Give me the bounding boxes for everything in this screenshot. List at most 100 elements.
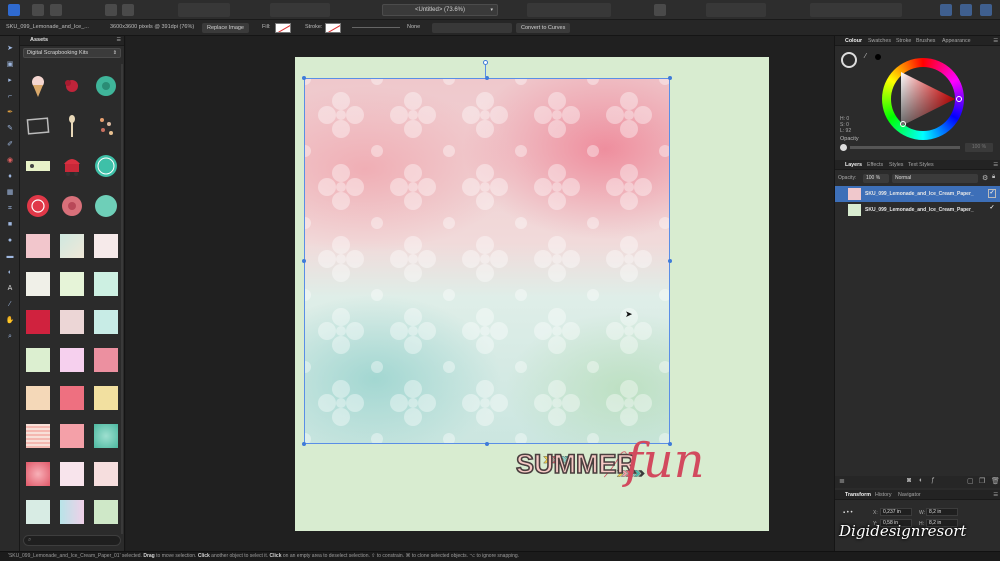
asset-paper[interactable] bbox=[94, 462, 118, 486]
stroke-width-slider[interactable] bbox=[352, 27, 400, 28]
tab-appearance[interactable]: Appearance bbox=[942, 38, 971, 44]
layer-row[interactable]: SKU_099_Lemonade_and_Ice_Cream_Paper_ ✓ bbox=[835, 202, 1000, 218]
fill-stroke-selector[interactable] bbox=[841, 52, 857, 68]
x-field[interactable]: 0,237 in bbox=[880, 508, 912, 516]
distribute-icon[interactable] bbox=[654, 4, 666, 16]
tab-colour[interactable]: Colour bbox=[845, 38, 862, 44]
assistant-icon[interactable] bbox=[940, 4, 952, 16]
hand-tool-icon[interactable]: ✋ bbox=[5, 316, 15, 326]
asset-paper[interactable] bbox=[94, 386, 118, 410]
asset-paper[interactable] bbox=[60, 386, 84, 410]
asset-sprinkles[interactable] bbox=[94, 114, 118, 138]
transparency-tool-icon[interactable]: ♦ bbox=[5, 172, 15, 182]
asset-paper[interactable] bbox=[26, 424, 50, 448]
layer-opacity-field[interactable]: 100 % bbox=[863, 174, 889, 183]
corner-tool-icon[interactable]: ⌐ bbox=[5, 92, 15, 102]
asset-paper[interactable] bbox=[60, 424, 84, 448]
opacity-slider[interactable] bbox=[850, 146, 960, 149]
asset-paper[interactable] bbox=[94, 500, 118, 524]
summer-fun-title-art[interactable]: SUMMER fun bbox=[425, 429, 765, 527]
selected-paper-image[interactable] bbox=[305, 79, 669, 443]
duplicate-icon[interactable]: ❐ bbox=[979, 477, 985, 485]
adjustment-icon[interactable]: ◐ bbox=[919, 477, 923, 484]
tab-history[interactable]: History bbox=[875, 492, 891, 498]
tab-effects[interactable]: Effects bbox=[867, 162, 883, 168]
asset-scallop-circle[interactable] bbox=[94, 194, 118, 218]
assets-tab[interactable]: Assets bbox=[30, 37, 48, 43]
asset-paper[interactable] bbox=[94, 424, 118, 448]
asset-paper[interactable] bbox=[60, 500, 84, 524]
tab-brushes[interactable]: Brushes bbox=[916, 38, 935, 44]
panel-menu-icon[interactable]: ☰ bbox=[993, 492, 998, 498]
asset-paper[interactable] bbox=[26, 386, 50, 410]
asset-paper[interactable] bbox=[26, 234, 50, 258]
opacity-slider-knob[interactable] bbox=[840, 144, 847, 151]
tab-navigator[interactable]: Navigator bbox=[898, 492, 921, 498]
mask-icon[interactable]: ◙ bbox=[907, 477, 911, 484]
export-persona-icon[interactable] bbox=[50, 4, 62, 16]
asset-paper[interactable] bbox=[60, 348, 84, 372]
trash-icon[interactable]: 🗑︎ bbox=[991, 477, 1000, 485]
fill-swatch[interactable] bbox=[275, 23, 291, 33]
asset-paper[interactable] bbox=[60, 310, 84, 334]
settings-icon[interactable] bbox=[122, 4, 134, 16]
view-mode-group[interactable] bbox=[178, 3, 230, 17]
asset-paper[interactable] bbox=[60, 462, 84, 486]
tab-stroke[interactable]: Stroke bbox=[896, 38, 911, 44]
tab-styles[interactable]: Styles bbox=[889, 162, 903, 168]
layers-stack-icon[interactable]: ≣ bbox=[839, 477, 845, 485]
ellipse-tool-icon[interactable]: ● bbox=[5, 236, 15, 246]
asset-paper[interactable] bbox=[94, 234, 118, 258]
blend-mode-dropdown[interactable]: Normal bbox=[892, 174, 978, 183]
layer-row[interactable]: SKU_099_Lemonade_and_Ice_Cream_Paper_ ✓ bbox=[835, 186, 1000, 202]
asset-paper[interactable] bbox=[60, 272, 84, 296]
document-page[interactable]: ➤ SUMMER fun bbox=[295, 57, 769, 531]
asset-spoon[interactable] bbox=[60, 114, 84, 138]
asset-ice-cream-cart[interactable] bbox=[60, 154, 84, 178]
anchor-selector[interactable]: ▪ • • bbox=[843, 510, 853, 516]
rotate-handle[interactable] bbox=[483, 60, 488, 65]
stroke-swatch[interactable] bbox=[325, 23, 341, 33]
transform-buttons-group[interactable] bbox=[432, 23, 512, 33]
align-group[interactable] bbox=[527, 3, 611, 17]
rectangle-tool-icon[interactable]: ■ bbox=[5, 220, 15, 230]
panel-menu-icon[interactable]: ☰ bbox=[117, 37, 121, 43]
asset-mint-flower[interactable] bbox=[94, 74, 118, 98]
artboard-tool-icon[interactable]: ▣ bbox=[5, 60, 15, 70]
text-tool-icon[interactable]: A bbox=[5, 284, 15, 294]
assets-scrollbar[interactable] bbox=[121, 64, 123, 534]
snapping-group[interactable] bbox=[270, 3, 330, 17]
asset-paper[interactable] bbox=[26, 462, 50, 486]
document-title-dropdown[interactable]: <Untitled> (73.6%) ▾ bbox=[382, 4, 498, 16]
add-layer-icon[interactable]: ▢ bbox=[967, 477, 974, 485]
share-icon[interactable] bbox=[105, 4, 117, 16]
lock-icon[interactable]: 🔒︎ bbox=[992, 174, 995, 181]
asset-pink-flower[interactable] bbox=[60, 194, 84, 218]
convert-to-curves-button[interactable]: Convert to Curves bbox=[516, 23, 571, 33]
eyedropper-icon[interactable]: ⁄ bbox=[865, 53, 866, 60]
pixel-persona-icon[interactable] bbox=[32, 4, 44, 16]
asset-label-tag[interactable] bbox=[26, 154, 50, 178]
move-tool-icon[interactable]: ➤ bbox=[5, 44, 15, 54]
gear-icon[interactable]: ⚙ bbox=[982, 174, 988, 182]
asset-paper[interactable] bbox=[26, 310, 50, 334]
asset-paper[interactable] bbox=[26, 272, 50, 296]
crop-tool-icon[interactable]: ⌗ bbox=[5, 204, 15, 214]
replace-image-button[interactable]: Replace Image bbox=[202, 23, 249, 33]
asset-ice-cream[interactable] bbox=[26, 74, 50, 98]
pen-tool-icon[interactable]: ✒ bbox=[5, 108, 15, 118]
zoom-tool-icon[interactable]: ⌕ bbox=[5, 332, 15, 342]
tab-transform[interactable]: Transform bbox=[845, 492, 871, 498]
fx-icon[interactable]: ƒ bbox=[931, 477, 935, 484]
panel-menu-icon[interactable]: ☰ bbox=[993, 162, 998, 168]
app-logo-icon[interactable] bbox=[8, 4, 20, 16]
asset-category-dropdown[interactable]: Digital Scrapbooking Kits ⇕ bbox=[23, 48, 121, 58]
asset-mint-circle[interactable] bbox=[94, 154, 118, 178]
canvas-area[interactable]: ➤ SUMMER fun bbox=[126, 36, 834, 551]
asset-paper[interactable] bbox=[26, 500, 50, 524]
asset-paper[interactable] bbox=[94, 272, 118, 296]
fill-tool-icon[interactable]: ◉ bbox=[5, 156, 15, 166]
visibility-checkbox[interactable]: ✓ bbox=[988, 205, 996, 214]
asset-frame[interactable] bbox=[26, 114, 50, 138]
asset-heart-flower[interactable] bbox=[60, 74, 84, 98]
